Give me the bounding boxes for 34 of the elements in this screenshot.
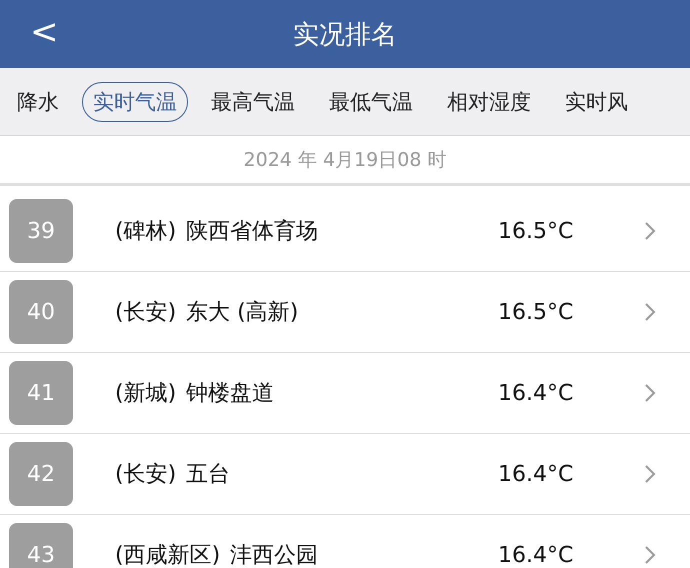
rank-badge: 40	[9, 280, 73, 344]
tab[interactable]: 实时风	[554, 82, 639, 122]
district-label: (新城)	[115, 380, 176, 408]
rank-badge: 42	[9, 442, 73, 506]
district-label: (长安)	[115, 461, 176, 489]
chevron-icon[interactable]	[644, 383, 656, 403]
temperature-value: 16.5°C	[498, 218, 574, 244]
back-button[interactable]: <	[24, 10, 64, 54]
station-name: 钟楼盘道	[186, 380, 276, 408]
district-label: (碑林)	[115, 218, 176, 246]
page-title: 实况排名	[293, 18, 397, 52]
chevron-icon[interactable]	[644, 464, 656, 484]
station-name: 东大 (高新)	[186, 299, 300, 327]
station-name: 沣西公园	[230, 542, 320, 568]
tab[interactable]: 降水	[6, 82, 70, 122]
station-name: 五台	[186, 461, 232, 489]
tab[interactable]: 相对湿度	[436, 82, 542, 122]
rank-badge: 43	[9, 523, 73, 568]
tab[interactable]: 实时气温	[82, 82, 188, 122]
district-label: (西咸新区)	[115, 542, 220, 568]
district-label: (长安)	[115, 299, 176, 327]
rank-badge: 41	[9, 361, 73, 425]
station-name: 陕西省体育场	[186, 218, 320, 246]
tab[interactable]: 最高气温	[200, 82, 306, 122]
temperature-value: 16.5°C	[498, 300, 574, 324]
temperature-value: 16.4°C	[498, 380, 574, 406]
rank-badge: 39	[9, 199, 73, 263]
tab[interactable]: 最低气温	[318, 82, 424, 122]
temperature-value: 16.4°C	[498, 462, 574, 486]
chevron-icon[interactable]	[644, 221, 656, 241]
date-label: 2024 年 4月19日08 时	[0, 136, 690, 186]
temperature-value: 16.4°C	[498, 542, 574, 568]
chevron-icon[interactable]	[644, 545, 656, 565]
chevron-icon[interactable]	[644, 302, 656, 322]
